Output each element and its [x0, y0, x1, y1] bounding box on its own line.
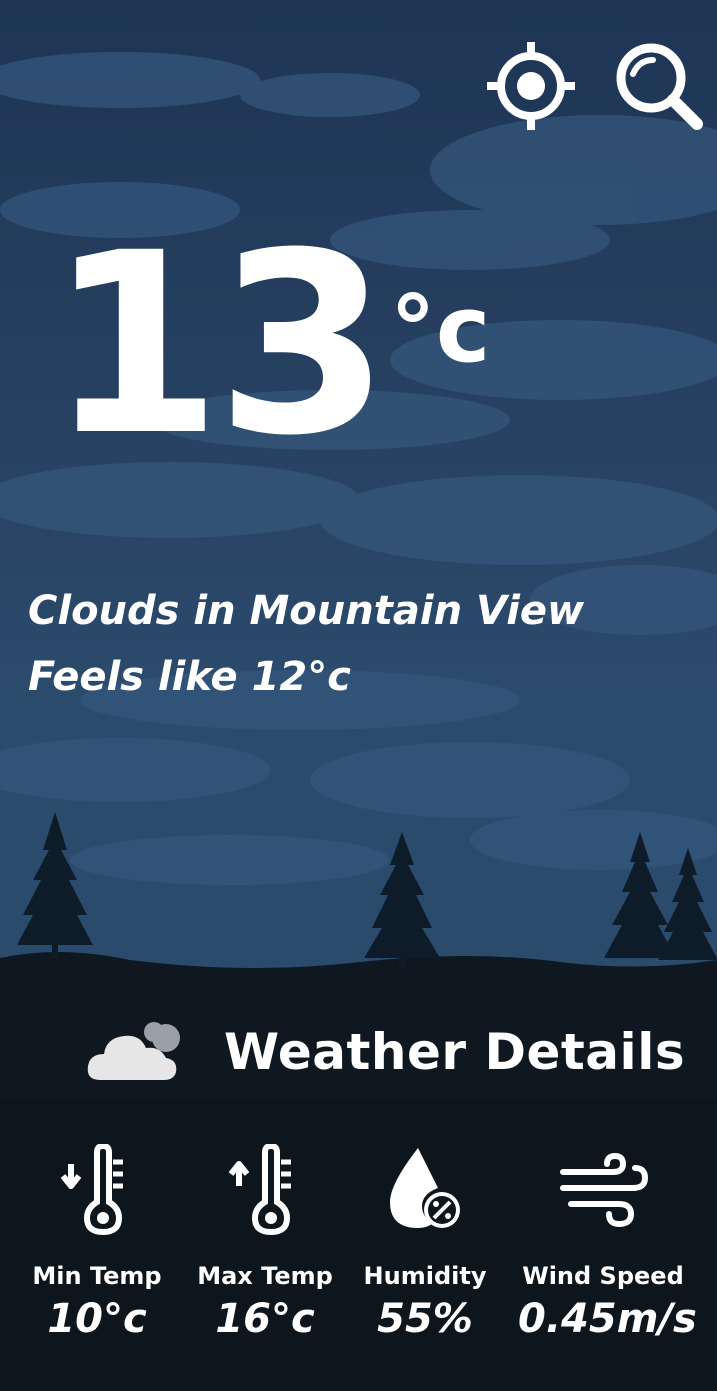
thermometer-up-icon: [228, 1144, 291, 1236]
temperature-unit: °c: [389, 276, 491, 383]
weather-description: Clouds in Mountain View Feels like 12°c: [28, 578, 584, 710]
thermometer-down-icon: [60, 1144, 123, 1236]
min-temp-value: 10°c: [47, 1296, 147, 1342]
humidity-stat: Humidity 55%: [340, 1140, 510, 1342]
wind-speed-value: 0.45m/s: [518, 1296, 697, 1342]
humidity-label: Humidity: [363, 1262, 487, 1290]
max-temp-stat: Max Temp 16°c: [180, 1140, 350, 1342]
top-toolbar: [485, 40, 705, 132]
min-temp-label: Min Temp: [32, 1262, 162, 1290]
wind-speed-stat: Wind Speed 0.45m/s: [518, 1140, 697, 1342]
max-temp-label: Max Temp: [197, 1262, 333, 1290]
search-button[interactable]: [613, 40, 705, 132]
wind-icon: [560, 1152, 649, 1228]
humidity-icon: [390, 1148, 460, 1228]
location-button[interactable]: [485, 40, 577, 132]
cloud-icon: [87, 1022, 180, 1080]
crosshair-icon: [487, 42, 575, 130]
details-header: Weather Details: [86, 1020, 685, 1084]
wind-speed-label: Wind Speed: [522, 1262, 684, 1290]
feels-like-text: Feels like 12°c: [28, 654, 351, 700]
details-title: Weather Details: [224, 1023, 686, 1081]
min-temp-stat: Min Temp 10°c: [12, 1140, 182, 1342]
humidity-value: 55%: [377, 1296, 473, 1342]
max-temp-value: 16°c: [215, 1296, 315, 1342]
current-temperature: 13 °c: [48, 220, 490, 470]
temperature-value: 13: [48, 199, 390, 490]
search-icon: [616, 43, 703, 130]
condition-text: Clouds in Mountain View: [28, 588, 585, 634]
